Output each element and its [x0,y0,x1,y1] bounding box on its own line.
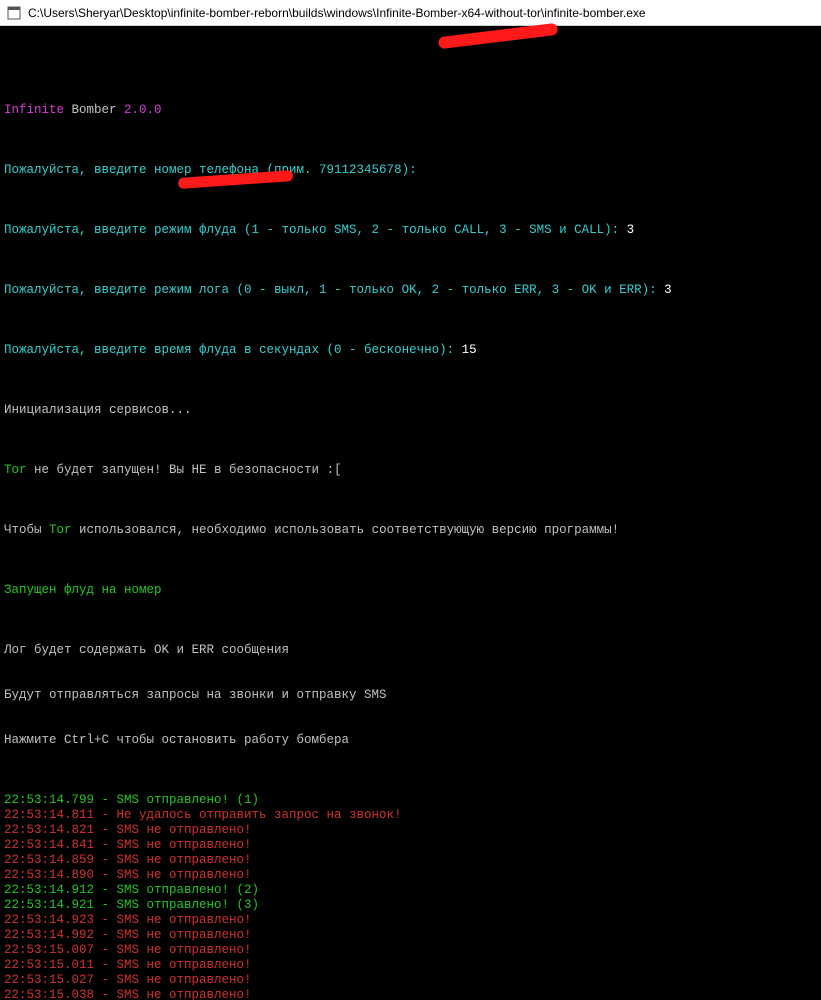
tor-not-started-text: не будет запущен! Вы НЕ в безопасности :… [27,463,342,477]
status-tor-warning: Tor не будет запущен! Вы НЕ в безопаснос… [4,463,817,478]
app-window: C:\Users\Sheryar\Desktop\infinite-bomber… [0,0,821,500]
status-tor-hint: Чтобы Tor использовался, необходимо испо… [4,523,817,538]
status-log-contains: Лог будет содержать OK и ERR сообщения [4,643,817,658]
prompt-flood-time-value: 15 [462,343,477,357]
log-line: 22:53:15.038 - SMS не отправлено! [4,988,817,1000]
app-name-2: Bomber [64,103,124,117]
log-line: 22:53:14.841 - SMS не отправлено! [4,838,817,853]
prompt-flood-time-label: Пожалуйста, введите время флуда в секунд… [4,343,462,357]
log-line: 22:53:14.799 - SMS отправлено! (1) [4,793,817,808]
titlebar[interactable]: C:\Users\Sheryar\Desktop\infinite-bomber… [0,0,821,26]
prompt-flood-mode-label: Пожалуйста, введите режим флуда (1 - тол… [4,223,627,237]
app-name: Infinite [4,103,64,117]
prompt-log-mode: Пожалуйста, введите режим лога (0 - выкл… [4,283,817,298]
log-line: 22:53:15.027 - SMS не отправлено! [4,973,817,988]
log-line: 22:53:14.859 - SMS не отправлено! [4,853,817,868]
tor-word: Tor [4,463,27,477]
log-line: 22:53:14.821 - SMS не отправлено! [4,823,817,838]
log-line: 22:53:14.912 - SMS отправлено! (2) [4,883,817,898]
log-line: 22:53:14.923 - SMS не отправлено! [4,913,817,928]
app-version: 2.0.0 [124,103,162,117]
console-output[interactable]: Infinite Bomber 2.0.0 Пожалуйста, введит… [0,26,821,1000]
prompt-log-mode-value: 3 [664,283,672,297]
log-line: 22:53:14.992 - SMS не отправлено! [4,928,817,943]
status-requests: Будут отправляться запросы на звонки и о… [4,688,817,703]
prompt-flood-mode-value: 3 [627,223,635,237]
log-line: 22:53:15.007 - SMS не отправлено! [4,943,817,958]
tor-hint-suffix: использовался, необходимо использовать с… [72,523,620,537]
log-line: 22:53:15.011 - SMS не отправлено! [4,958,817,973]
banner-line: Infinite Bomber 2.0.0 [4,103,817,118]
tor-hint-prefix: Чтобы [4,523,49,537]
redaction-mark [438,23,559,50]
status-started: Запущен флуд на номер [4,583,817,598]
tor-word-2: Tor [49,523,72,537]
window-title: C:\Users\Sheryar\Desktop\infinite-bomber… [28,6,646,20]
log-lines: 22:53:14.799 - SMS отправлено! (1)22:53:… [4,793,817,1000]
log-line: 22:53:14.921 - SMS отправлено! (3) [4,898,817,913]
prompt-phone: Пожалуйста, введите номер телефона (прим… [4,163,817,178]
prompt-flood-mode: Пожалуйста, введите режим флуда (1 - тол… [4,223,817,238]
status-ctrlc: Нажмите Ctrl+C чтобы остановить работу б… [4,733,817,748]
log-line: 22:53:14.890 - SMS не отправлено! [4,868,817,883]
app-icon [6,5,22,21]
log-line: 22:53:14.811 - Не удалось отправить запр… [4,808,817,823]
status-init: Инициализация сервисов... [4,403,817,418]
prompt-log-mode-label: Пожалуйста, введите режим лога (0 - выкл… [4,283,664,297]
prompt-flood-time: Пожалуйста, введите время флуда в секунд… [4,343,817,358]
